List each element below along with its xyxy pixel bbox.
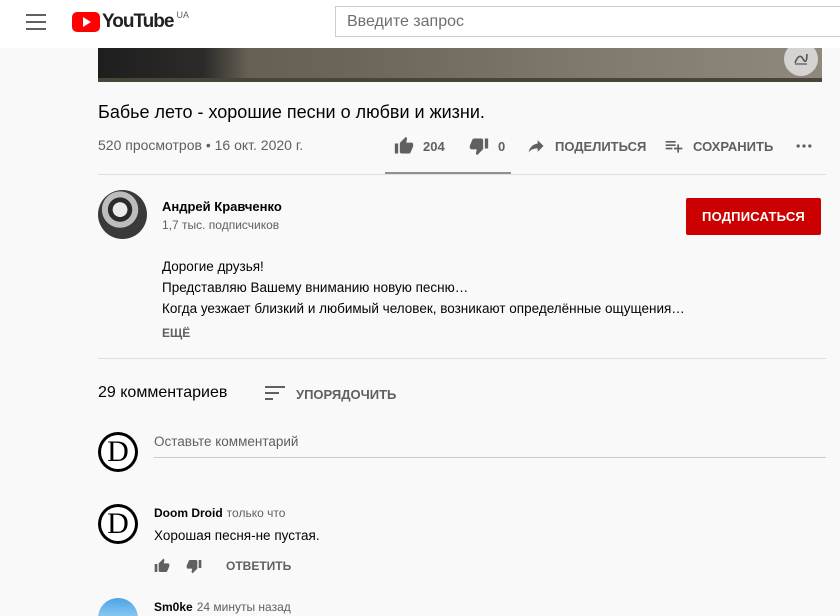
subscriber-count: 1,7 тыс. подписчиков [162, 218, 280, 232]
comment-author[interactable]: Sm0ke [154, 600, 193, 614]
video-description: Дорогие друзья! Представляю Вашему внима… [162, 256, 685, 319]
user-avatar: D [98, 432, 138, 472]
logo-text: YouTube [102, 11, 174, 32]
more-icon [793, 135, 815, 157]
like-icon [393, 135, 415, 157]
view-count: 520 просмотров [98, 137, 202, 153]
save-button[interactable]: СОХРАНИТЬ [663, 128, 773, 164]
comment-text: Хорошая песня-не пустая. [154, 528, 320, 543]
comments-count: 29 комментариев [98, 384, 228, 401]
playlist-add-icon [663, 135, 685, 157]
description-line: Представляю Вашему вниманию новую песню… [162, 280, 469, 295]
comment-box[interactable] [154, 434, 826, 458]
description-line: Дорогие друзья! [162, 259, 264, 274]
video-title: Бабье лето - хорошие песни о любви и жиз… [98, 102, 485, 122]
upload-date: 16 окт. 2020 г. [214, 137, 304, 153]
menu-icon[interactable] [26, 14, 46, 30]
sort-label: УПОРЯДОЧИТЬ [296, 387, 397, 402]
channel-name[interactable]: Андрей Кравченко [162, 199, 282, 214]
divider [98, 174, 826, 175]
like-button[interactable]: 204 [393, 128, 445, 164]
share-button[interactable]: ПОДЕЛИТЬСЯ [525, 128, 646, 164]
description-line: Когда уезжает близкий и любимый человек,… [162, 301, 685, 316]
show-more-button[interactable]: ЕЩЁ [162, 326, 190, 340]
like-count: 204 [423, 138, 445, 154]
search-input[interactable] [347, 12, 840, 31]
video-meta: 520 просмотров • 16 окт. 2020 г. [98, 137, 303, 153]
comment-time[interactable]: 24 минуты назад [197, 600, 291, 614]
share-label: ПОДЕЛИТЬСЯ [555, 138, 647, 154]
comment-author-line: Sm0ke 24 минуты назад [154, 600, 291, 614]
comment-author[interactable]: Doom Droid [154, 506, 223, 520]
comment-dislike-icon[interactable] [186, 558, 202, 579]
subscribe-button[interactable]: ПОДПИСАТЬСЯ [686, 198, 821, 235]
comment-input[interactable] [154, 434, 826, 449]
divider [98, 358, 826, 359]
sort-icon [264, 384, 286, 405]
reply-button[interactable]: ОТВЕТИТЬ [226, 559, 291, 573]
save-label: СОХРАНИТЬ [693, 138, 774, 154]
comment-avatar[interactable] [98, 598, 138, 616]
sort-comments-button[interactable]: УПОРЯДОЧИТЬ [264, 384, 396, 405]
logo-country-code: UA [176, 10, 189, 20]
dislike-button[interactable]: 0 [468, 128, 505, 164]
top-bar: YouTube UA [0, 0, 840, 48]
share-icon [525, 135, 547, 157]
search-box[interactable] [335, 6, 840, 37]
youtube-logo-icon [72, 12, 100, 32]
comment-author-line: Doom Droid только что [154, 506, 285, 520]
comment-avatar[interactable]: D [98, 504, 138, 544]
video-actions: 204 0 ПОДЕЛИТЬСЯ СОХРАНИТЬ [385, 128, 835, 174]
dislike-count: 0 [498, 138, 506, 154]
comment-like-icon[interactable] [154, 558, 170, 579]
more-actions-button[interactable] [793, 128, 823, 164]
youtube-logo[interactable]: YouTube UA [72, 10, 189, 34]
meta-separator: • [205, 137, 215, 153]
comment-time[interactable]: только что [227, 506, 286, 520]
dislike-icon [468, 135, 490, 157]
video-frame-road [98, 78, 822, 82]
channel-avatar[interactable] [98, 190, 147, 239]
